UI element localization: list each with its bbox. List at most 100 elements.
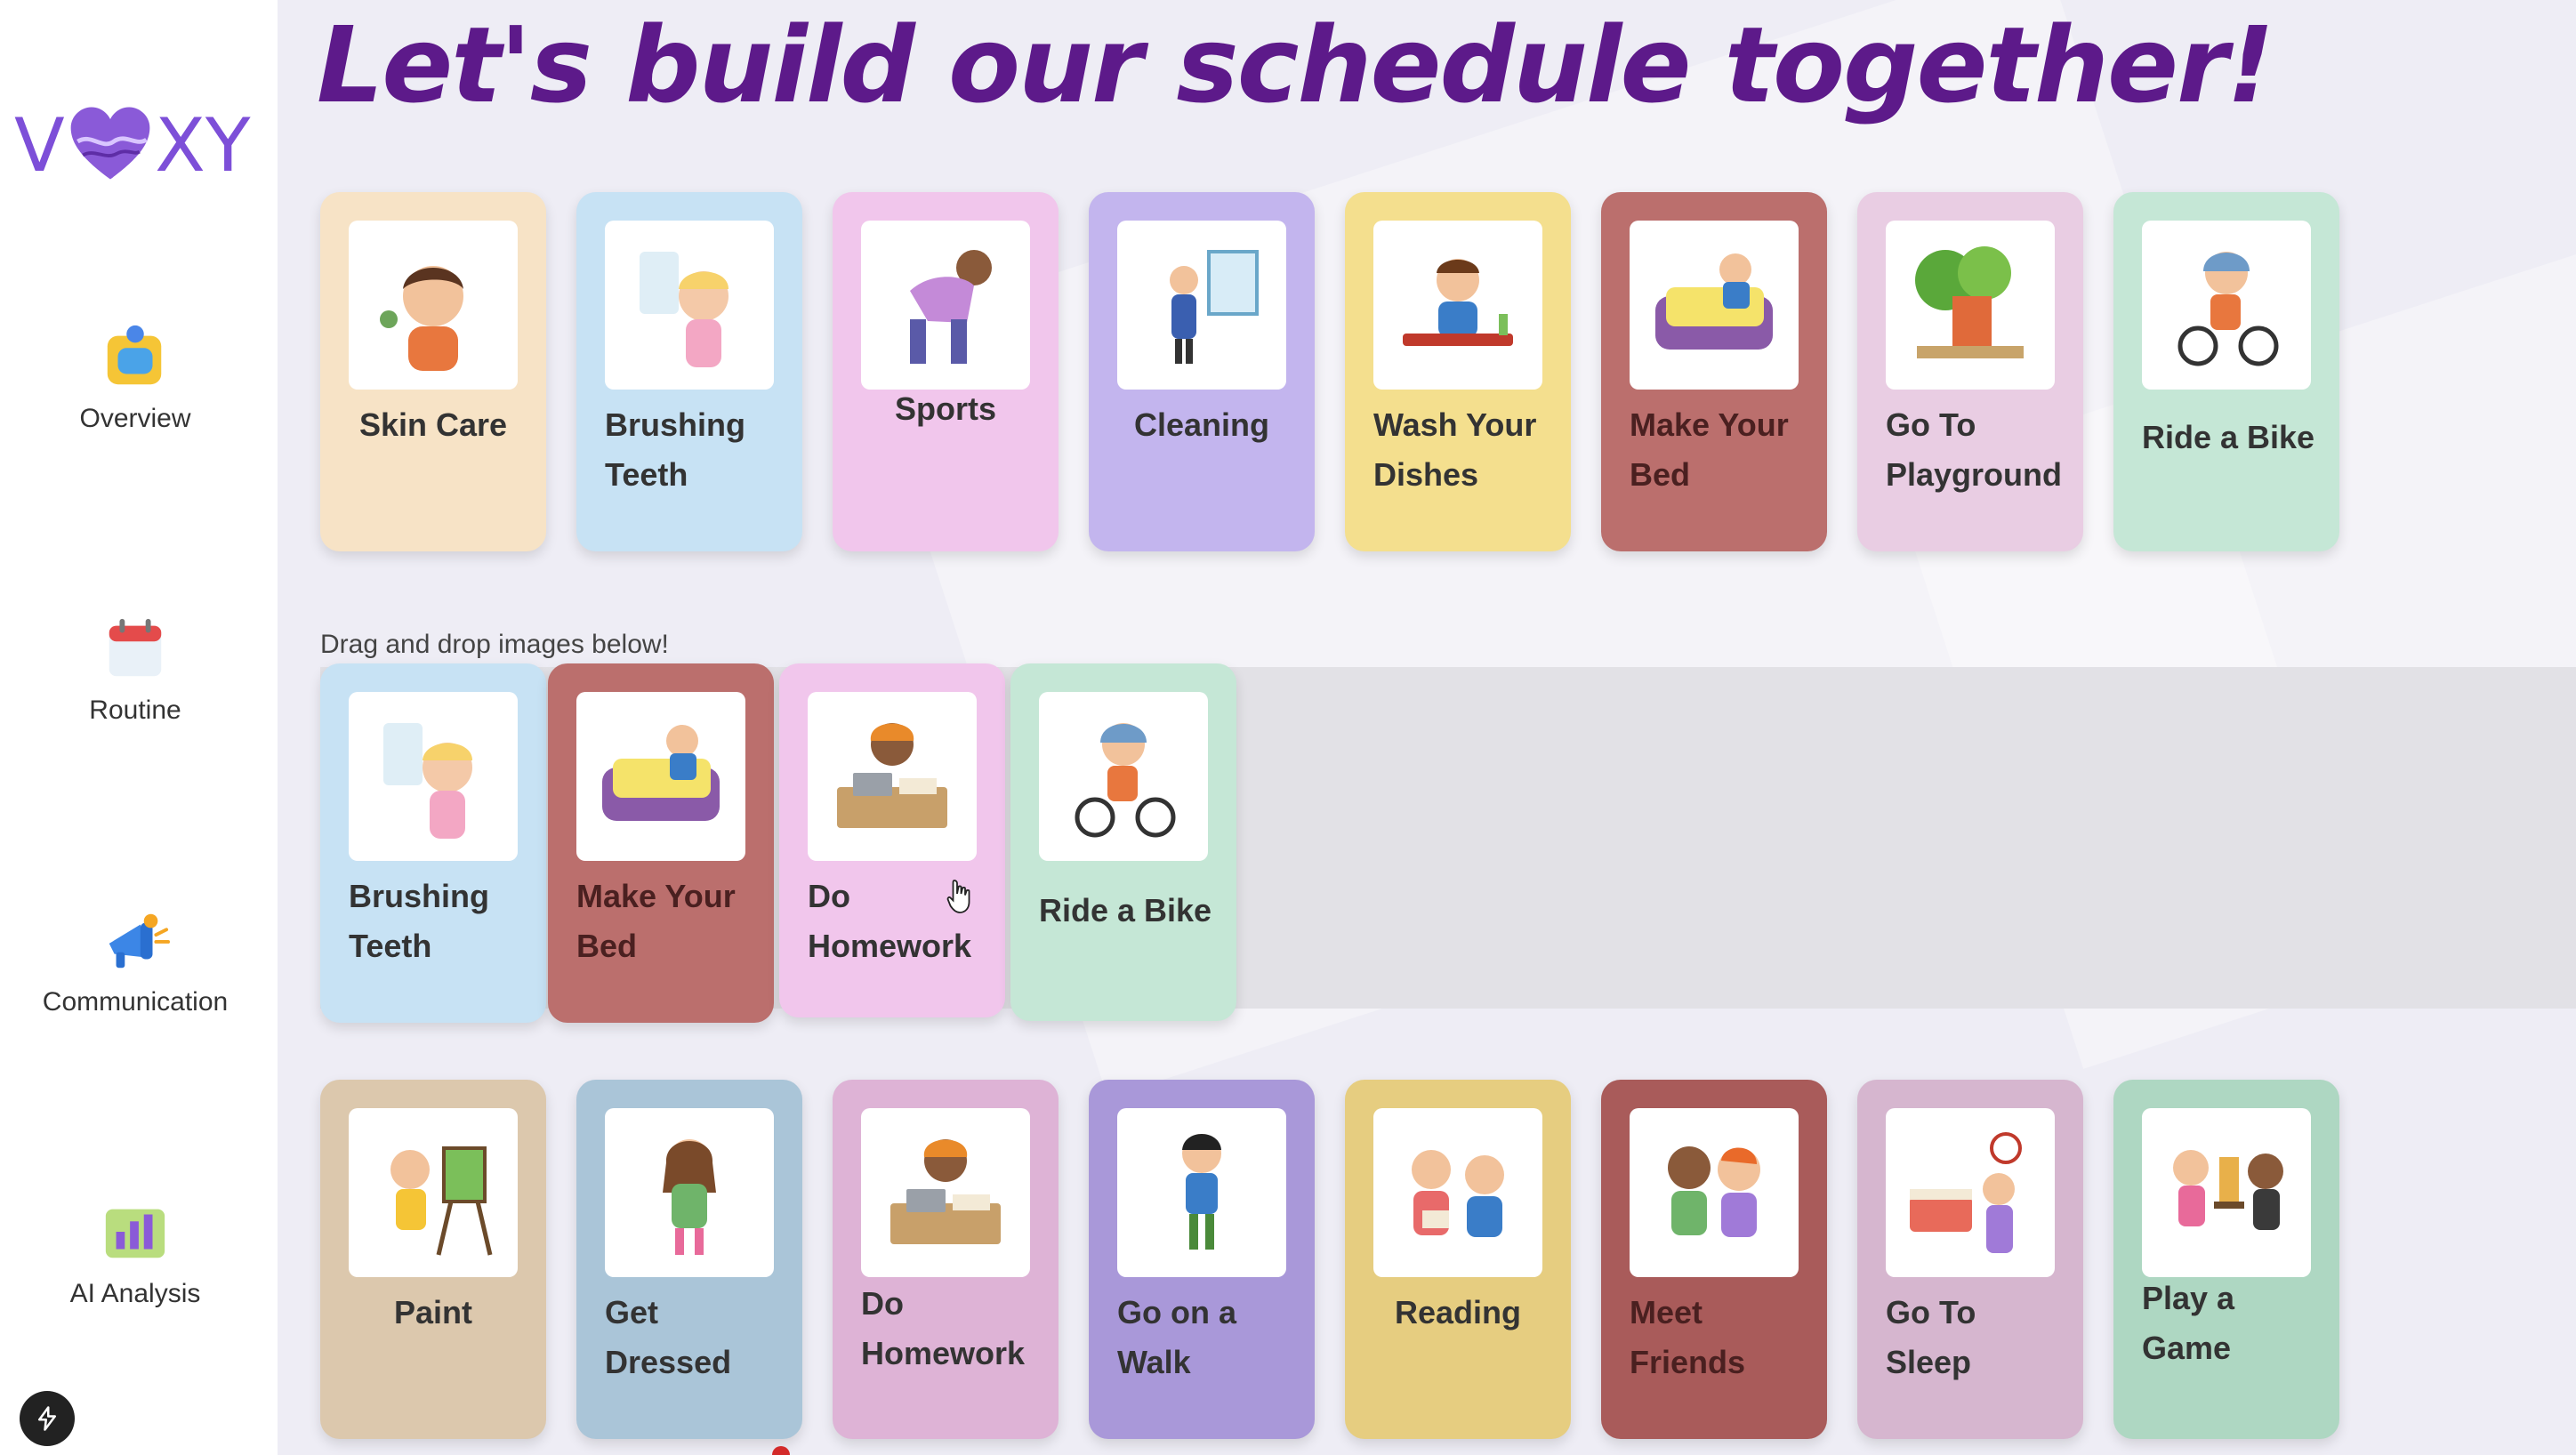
nav-communication-label: Communication: [42, 987, 229, 1017]
activity-illustration: [349, 1108, 518, 1277]
activity-image-icon: [640, 252, 729, 367]
status-dot: [772, 1446, 790, 1455]
main-content: Let's build our schedule together! Drag …: [278, 0, 2576, 1455]
activity-illustration: [349, 221, 518, 390]
activity-bottom-card[interactable]: Meet Friends: [1601, 1080, 1827, 1439]
nav-overview[interactable]: Overview: [0, 322, 270, 473]
activity-bottom-card[interactable]: Play a Game: [2113, 1080, 2339, 1439]
activity-bottom-card[interactable]: Go on a Walk: [1089, 1080, 1315, 1439]
activity-bottom-card-label: Paint: [393, 1294, 472, 1330]
activity-bottom-card-label: Reading: [1394, 1294, 1521, 1330]
activity-bottom-card-label: Get Dressed: [605, 1294, 732, 1380]
activity-illustration: [808, 692, 977, 861]
activity-image-icon: [910, 250, 992, 364]
lightning-icon: [38, 1406, 56, 1431]
activity-image-icon: [1403, 259, 1513, 346]
nav-routine[interactable]: Routine: [0, 614, 270, 765]
activity-image-icon: [663, 1139, 716, 1255]
activity-bottom-card[interactable]: Do Homework: [833, 1080, 1059, 1439]
schedule-card-label: Make Your Bed: [576, 878, 736, 964]
activity-bottom-card[interactable]: Get Dressed: [576, 1080, 802, 1439]
schedule-card-label: Ride a Bike: [1039, 892, 1212, 928]
voxy-logo[interactable]: V XY: [14, 94, 254, 192]
activity-card[interactable]: Ride a Bike: [2113, 192, 2339, 551]
activity-card-label: Sports: [894, 390, 996, 427]
activity-illustration: [1373, 221, 1542, 390]
activity-illustration: [349, 692, 518, 861]
schedule-card[interactable]: Make Your Bed: [548, 663, 774, 1023]
activity-image-icon: [1910, 1132, 2022, 1253]
activity-card[interactable]: Sports: [833, 192, 1059, 551]
activity-card[interactable]: Go To Playground: [1857, 192, 2083, 551]
activity-card-label: Ride a Bike: [2142, 419, 2315, 455]
schedule-card[interactable]: Brushing Teeth: [320, 663, 546, 1023]
nav-communication[interactable]: Communication: [0, 905, 270, 1057]
activity-bottom-card[interactable]: Reading: [1345, 1080, 1571, 1439]
activity-card-label: Cleaning: [1133, 406, 1269, 443]
chart-icon: [105, 1209, 165, 1258]
drop-hint-text: Drag and drop images below!: [320, 630, 669, 659]
activity-illustration: [1886, 1108, 2055, 1277]
activity-image-icon: [1668, 1146, 1760, 1237]
activity-image-icon: [390, 1146, 493, 1256]
activity-illustration: [1039, 692, 1208, 861]
activity-illustration: [1630, 221, 1799, 390]
svg-text:V: V: [14, 102, 65, 187]
activity-illustration: [861, 1108, 1030, 1277]
activity-image-icon: [383, 723, 472, 839]
activity-image-icon: [1170, 250, 1259, 364]
nav-ai-analysis[interactable]: AI Analysis: [0, 1197, 270, 1348]
activity-bottom-card-label: Meet Friends: [1630, 1294, 1746, 1380]
activity-image-icon: [1655, 253, 1773, 350]
activity-card[interactable]: Brushing Teeth: [576, 192, 802, 551]
activity-illustration: [1117, 221, 1286, 390]
activity-illustration: [1373, 1108, 1542, 1277]
schedule-card[interactable]: Do Homework: [779, 663, 1005, 1017]
activity-bottom-card[interactable]: Paint: [320, 1080, 546, 1439]
activity-image-icon: [1075, 723, 1176, 838]
overview-icon: [107, 325, 162, 385]
activity-image-icon: [2178, 252, 2279, 366]
activity-card[interactable]: Wash Your Dishes: [1345, 192, 1571, 551]
schedule-card[interactable]: Ride a Bike: [1010, 663, 1236, 1021]
hand-cursor-icon: [946, 880, 970, 913]
activity-card[interactable]: Cleaning: [1089, 192, 1315, 551]
svg-text:XY: XY: [155, 102, 251, 187]
logo-graphic: V XY: [14, 102, 251, 187]
activity-illustration: [1886, 221, 2055, 390]
quick-action-button[interactable]: [20, 1391, 75, 1446]
activity-illustration: [2142, 1108, 2311, 1277]
activity-card-label: Go To Playground: [1886, 406, 2063, 493]
activity-bottom-card-label: Go To Sleep: [1886, 1294, 1976, 1380]
activity-bottom-card[interactable]: Go To Sleep: [1857, 1080, 2083, 1439]
activity-card-label: Wash Your Dishes: [1373, 406, 1537, 493]
activity-card-label: Skin Care: [358, 406, 508, 443]
activity-card[interactable]: Skin Care: [320, 192, 546, 551]
activity-illustration: [1630, 1108, 1799, 1277]
activity-card-label: Make Your Bed: [1630, 406, 1789, 493]
activity-illustration: [576, 692, 745, 861]
activity-image-icon: [1412, 1150, 1504, 1237]
megaphone-icon: [109, 913, 170, 969]
calendar-icon: [109, 618, 162, 677]
nav-overview-label: Overview: [79, 404, 191, 433]
activity-image-icon: [1915, 246, 2024, 358]
activity-card-label: Brushing Teeth: [605, 406, 745, 493]
activity-illustration: [605, 1108, 774, 1277]
activity-image-icon: [890, 1139, 1001, 1244]
activity-bottom-card-label: Play a Game: [2142, 1280, 2235, 1366]
sidebar: V XY Overview Routine Communication AI A…: [0, 0, 278, 1455]
activity-bottom-card-label: Do Homework: [861, 1285, 1026, 1371]
activity-image-icon: [837, 723, 947, 828]
activity-illustration: [1117, 1108, 1286, 1277]
activity-image-icon: [380, 266, 463, 371]
nav-routine-label: Routine: [89, 695, 181, 725]
activity-card[interactable]: Make Your Bed: [1601, 192, 1827, 551]
page-title: Let's build our schedule together!: [317, 4, 2274, 126]
activity-bottom-card-label: Go on a Walk: [1117, 1294, 1236, 1380]
activity-illustration: [861, 221, 1030, 390]
activity-image-icon: [2173, 1150, 2283, 1230]
activity-illustration: [2142, 221, 2311, 390]
nav-ai-analysis-label: AI Analysis: [69, 1279, 201, 1308]
activity-image-icon: [602, 725, 720, 821]
